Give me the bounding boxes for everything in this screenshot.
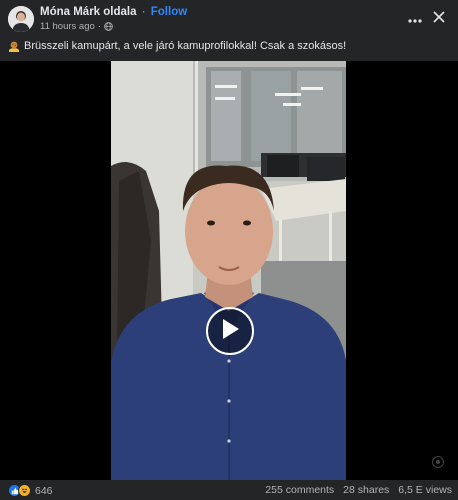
post-card: Móna Márk oldala · Follow 11 hours ago · <box>0 0 458 500</box>
close-icon <box>433 10 445 28</box>
play-button[interactable] <box>206 307 254 355</box>
post-footer: 646 255 comments 28 shares 6,5 E views <box>0 480 458 500</box>
comments-count[interactable]: 255 comments <box>265 484 334 496</box>
shares-count[interactable]: 28 shares <box>343 484 389 496</box>
follow-button[interactable]: Follow <box>151 6 187 18</box>
play-icon <box>219 317 241 346</box>
post-caption: Brüsszeli kamupárt, a vele járó kamuprof… <box>8 40 346 52</box>
caption-text: Brüsszeli kamupárt, a vele járó kamuprof… <box>24 40 347 52</box>
more-options-button[interactable] <box>404 9 426 29</box>
post-stats: 255 comments 28 shares 6,5 E views <box>265 484 452 496</box>
timestamp[interactable]: 11 hours ago <box>40 21 95 32</box>
video-watermark-icon <box>431 455 445 469</box>
more-icon <box>408 10 422 28</box>
close-button[interactable] <box>430 9 448 29</box>
avatar[interactable] <box>8 6 34 32</box>
video-thumbnail[interactable] <box>111 61 346 480</box>
meta-separator: · <box>97 21 101 32</box>
reactions-summary[interactable]: 646 <box>8 484 53 497</box>
separator-dot: · <box>141 6 146 18</box>
globe-icon <box>104 22 113 31</box>
post-meta: 11 hours ago · <box>40 21 113 32</box>
author-name[interactable]: Móna Márk oldala <box>40 6 137 18</box>
views-count: 6,5 E views <box>398 484 452 496</box>
cookie-hand-emoji-icon <box>8 40 20 52</box>
post-header: Móna Márk oldala · Follow 11 hours ago · <box>0 0 458 38</box>
video-player[interactable] <box>0 61 458 480</box>
reaction-count: 646 <box>35 484 53 497</box>
haha-icon <box>18 484 31 497</box>
name-line: Móna Márk oldala · Follow <box>40 6 187 18</box>
